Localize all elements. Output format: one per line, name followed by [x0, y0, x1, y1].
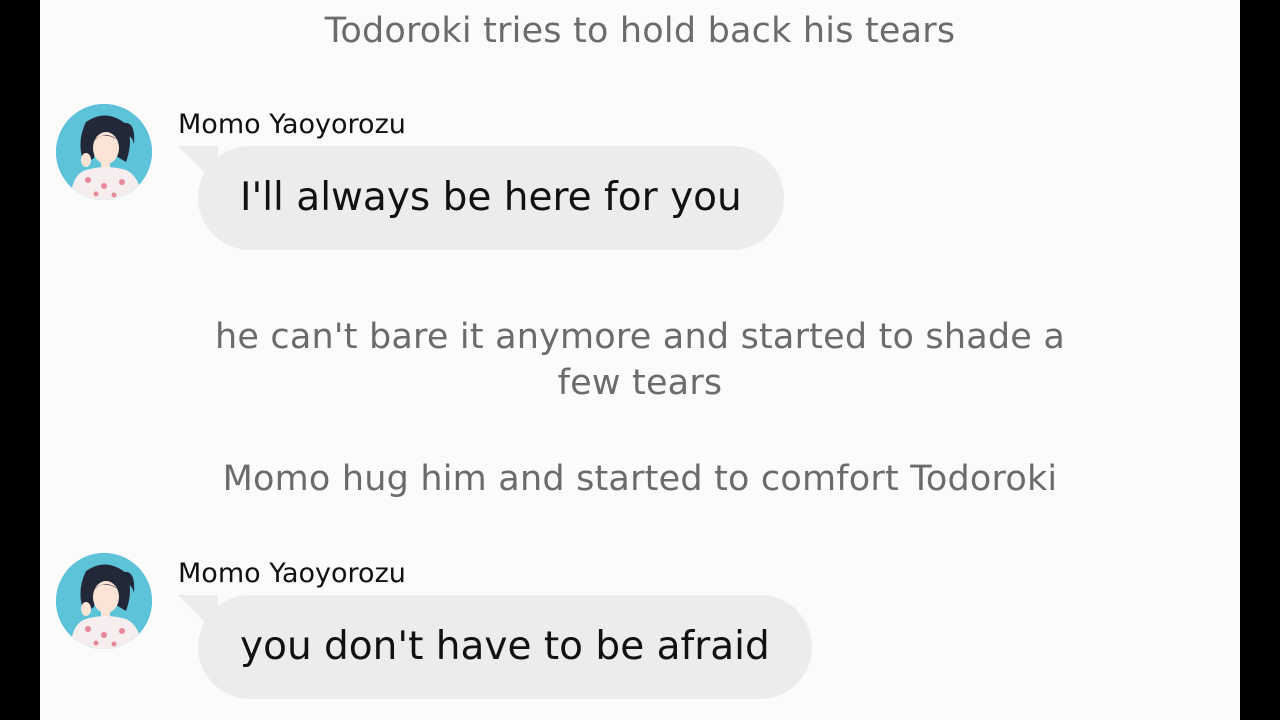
message-bubble: you don't have to be afraid	[198, 595, 812, 699]
narration-text: Momo hug him and started to comfort Todo…	[222, 459, 1058, 499]
avatar[interactable]	[56, 104, 152, 200]
narration-text: he can't bare it anymore and started to …	[214, 317, 1066, 403]
avatar[interactable]	[56, 553, 152, 649]
narration-text: Todoroki tries to hold back his tears	[324, 11, 956, 51]
sender-name: Momo Yaoyorozu	[178, 558, 406, 589]
character-avatar-icon	[56, 104, 152, 200]
sender-name: Momo Yaoyorozu	[178, 109, 406, 140]
character-avatar-icon	[56, 553, 152, 649]
message-bubble: I'll always be here for you	[198, 146, 784, 250]
chat-story-frame: Todoroki tries to hold back his tears Mo…	[40, 0, 1240, 720]
